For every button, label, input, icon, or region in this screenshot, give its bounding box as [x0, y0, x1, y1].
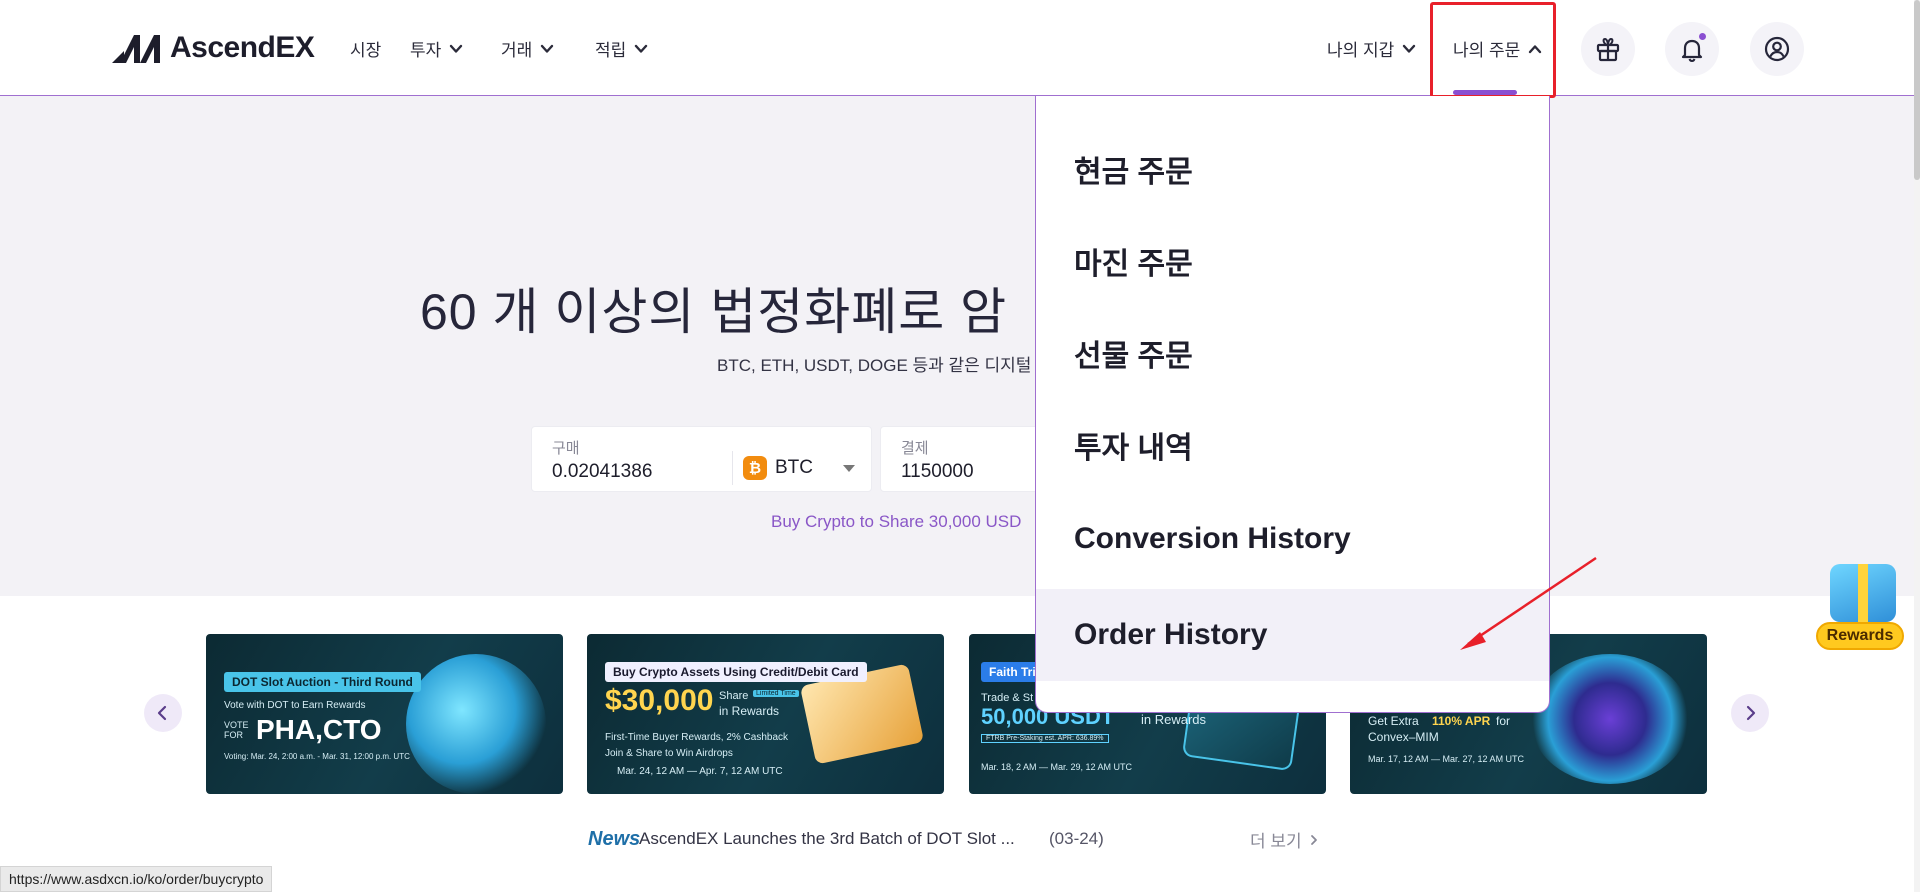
- promo-link[interactable]: Buy Crypto to Share 30,000 USD: [771, 512, 1021, 532]
- gift-icon: [1596, 37, 1620, 62]
- top-navbar: AscendEX 시장 투자 거래 적립 나의 지갑 나의 주문: [0, 0, 1914, 98]
- news-more-link[interactable]: 더 보기: [1250, 827, 1320, 852]
- pay-amount-field[interactable]: 결제 1150000: [880, 426, 1040, 492]
- menu-item-investment-history[interactable]: 투자 내역: [1036, 399, 1549, 491]
- btc-icon: ₿: [743, 456, 767, 480]
- account-button[interactable]: [1750, 22, 1804, 76]
- chevron-down-icon: [541, 44, 554, 53]
- banner-apr: 110% APR: [1432, 714, 1491, 728]
- buy-label: 구매: [552, 440, 580, 457]
- banner-tag: Buy Crypto Assets Using Credit/Debit Car…: [605, 662, 867, 682]
- chevron-right-icon: [1310, 834, 1317, 845]
- promo-banner[interactable]: Buy Crypto Assets Using Credit/Debit Car…: [587, 634, 944, 794]
- banner-decoration: [1530, 654, 1690, 784]
- banner-line: FTRB Pre-Staking est. APR: 636.89%: [981, 734, 1109, 743]
- banner-date: Mar. 17, 12 AM — Mar. 27, 12 AM UTC: [1368, 754, 1525, 764]
- banner-headline: PHA,CTO: [256, 714, 382, 745]
- banner-tag: DOT Slot Auction - Third Round: [224, 672, 421, 692]
- coin-select[interactable]: ₿ BTC: [732, 451, 855, 485]
- nav-market-label: 시장: [350, 41, 382, 60]
- banner-limited: Limited Time: [753, 690, 799, 697]
- promo-banner[interactable]: DOT Slot Auction - Third Round Vote with…: [206, 634, 563, 794]
- menu-item-margin-orders[interactable]: 마진 주문: [1036, 215, 1549, 307]
- banner-line: Trade & St: [981, 692, 1034, 704]
- news-date: (03-24): [1049, 829, 1104, 848]
- banner-headline: $30,000: [605, 684, 714, 717]
- chevron-down-icon: [635, 44, 648, 53]
- nav-my-wallet[interactable]: 나의 지갑: [1327, 36, 1416, 61]
- chevron-down-icon: [450, 44, 463, 53]
- nav-trade-label: 거래: [501, 41, 533, 60]
- banner-vote-label: VOTE FOR: [224, 720, 249, 740]
- banner-line: Join & Share to Win Airdrops: [605, 748, 733, 759]
- buy-amount-field[interactable]: 구매 0.02041386 ₿ BTC: [531, 426, 872, 492]
- hero-subtitle: BTC, ETH, USDT, DOGE 등과 같은 디지털: [717, 356, 1032, 375]
- banner-line: for: [1496, 714, 1511, 728]
- banner-share: Share: [719, 690, 749, 702]
- browser-status-url: https://www.asdxcn.io/ko/order/buycrypto: [0, 866, 273, 892]
- banner-in-rewards: in Rewards: [1141, 712, 1207, 727]
- nav-trade[interactable]: 거래: [501, 36, 554, 61]
- rewards-label: Rewards: [1816, 622, 1904, 650]
- annotation-highlight-box: [1430, 2, 1556, 98]
- brand-name: AscendEX: [170, 31, 315, 64]
- hero-section: 60 개 이상의 법정화폐로 암 BTC, ETH, USDT, DOGE 등과…: [0, 96, 1914, 596]
- annotation-arrow: [1460, 556, 1597, 650]
- nav-invest[interactable]: 투자: [410, 36, 463, 61]
- buy-amount-input[interactable]: 0.02041386: [552, 461, 652, 483]
- news-tag: News: [588, 828, 641, 850]
- notifications-button[interactable]: [1665, 22, 1719, 76]
- rewards-widget[interactable]: Rewards: [1812, 562, 1908, 654]
- banner-in-rewards: in Rewards: [719, 704, 780, 718]
- nav-my-wallet-label: 나의 지갑: [1327, 41, 1395, 60]
- ascendex-logo[interactable]: AscendEX: [110, 30, 315, 66]
- logo-mark-icon: [112, 35, 160, 63]
- banner-decoration: [406, 654, 546, 794]
- news-more-label: 더 보기: [1250, 832, 1302, 851]
- coin-select-value: BTC: [775, 457, 813, 478]
- rewards-ribbon: [1858, 564, 1868, 622]
- nav-earn[interactable]: 적립: [595, 36, 648, 61]
- caret-down-icon: [843, 464, 855, 472]
- page: AscendEX 시장 투자 거래 적립 나의 지갑 나의 주문 60 개 이상…: [0, 0, 1920, 892]
- user-icon: [1764, 36, 1790, 62]
- scrollbar-thumb[interactable]: [1914, 0, 1920, 180]
- pay-label: 결제: [901, 440, 929, 457]
- gift-button[interactable]: [1581, 22, 1635, 76]
- chevron-down-icon: [1403, 44, 1416, 53]
- menu-item-futures-orders[interactable]: 선물 주문: [1036, 307, 1549, 399]
- banner-line: Convex–MIM: [1368, 730, 1439, 744]
- banner-line: Get Extra: [1368, 714, 1419, 728]
- banner-line: First-Time Buyer Rewards, 2% Cashback: [605, 732, 789, 743]
- chevron-right-icon: [1746, 705, 1756, 721]
- chevron-left-icon: [157, 705, 167, 721]
- banner-line: Vote with DOT to Earn Rewards: [224, 700, 366, 711]
- pay-amount-input[interactable]: 1150000: [901, 461, 974, 483]
- notification-dot: [1697, 31, 1708, 42]
- carousel-next-button[interactable]: [1731, 694, 1769, 732]
- menu-item-spot-orders[interactable]: 현금 주문: [1036, 123, 1549, 215]
- news-headline[interactable]: AscendEX Launches the 3rd Batch of DOT S…: [639, 829, 1015, 849]
- nav-invest-label: 투자: [410, 41, 442, 60]
- banner-date: Mar. 18, 2 AM — Mar. 29, 12 AM UTC: [981, 762, 1133, 772]
- banner-date: Voting: Mar. 24, 2:00 a.m. - Mar. 31, 12…: [224, 752, 410, 761]
- nav-market[interactable]: 시장: [350, 36, 381, 61]
- carousel-prev-button[interactable]: [144, 694, 182, 732]
- hero-title: 60 개 이상의 법정화폐로 암: [420, 284, 1008, 340]
- banner-date: Mar. 24, 12 AM — Apr. 7, 12 AM UTC: [617, 766, 783, 777]
- nav-earn-label: 적립: [595, 41, 627, 60]
- page-scrollbar[interactable]: [1914, 0, 1920, 892]
